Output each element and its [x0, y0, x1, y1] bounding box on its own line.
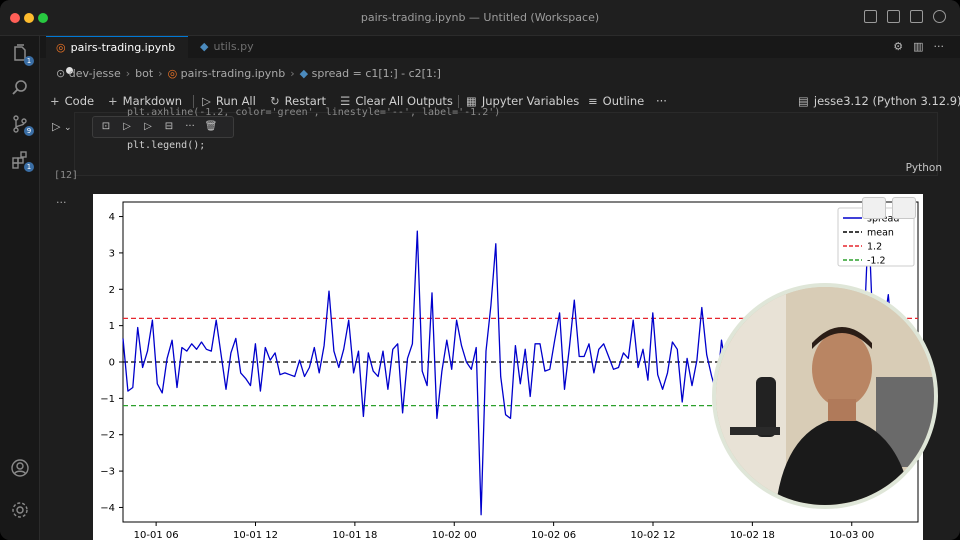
extensions-badge: 1	[24, 162, 34, 172]
split-editor-icon[interactable]: ▥	[913, 40, 923, 53]
outline-button[interactable]: ≡ Outline	[588, 90, 644, 112]
split-cell-icon[interactable]: ⊟	[162, 121, 176, 133]
code-line[interactable]: plt.legend();	[127, 140, 205, 151]
chevron-right-icon: ›	[158, 67, 163, 80]
x-tick-label: 10-01 18	[332, 530, 377, 540]
toolbar-more-button[interactable]: ···	[656, 90, 667, 112]
x-tick-label: 10-01 12	[233, 530, 278, 540]
kernel-picker[interactable]: ▤ jesse3.12 (Python 3.12.9)	[798, 90, 960, 112]
vscode-window: pairs-trading.ipynb — Untitled (Workspac…	[0, 0, 960, 540]
execute-below-icon[interactable]: ▷	[141, 121, 155, 133]
run-by-line-icon[interactable]: ⊡	[99, 121, 113, 133]
toggle-sidebar-icon[interactable]	[864, 10, 877, 23]
y-tick-label: 3	[109, 248, 115, 259]
editor-actions: ⚙ ▥ ···	[893, 40, 944, 53]
x-tick-label: 10-01 06	[134, 530, 179, 540]
legend-label: -1.2	[867, 256, 886, 267]
account-icon[interactable]	[10, 458, 30, 478]
execution-count: [12]	[54, 170, 79, 181]
plus-icon: +	[50, 94, 60, 108]
window-title: pairs-trading.ipynb — Untitled (Workspac…	[360, 11, 600, 24]
cell-more-icon[interactable]: ···	[183, 121, 197, 133]
delete-cell-icon[interactable]: 🗑	[204, 121, 218, 133]
tab-utils[interactable]: ◆ utils.py	[190, 36, 290, 58]
kernel-icon: ▤	[798, 94, 809, 108]
legend-label: mean	[867, 228, 894, 239]
folder-icon: ⊙	[56, 67, 69, 80]
breadcrumb: ⊙ dev-jesse › bot › ◎ pairs-trading.ipynb › ◆ …	[40, 64, 960, 84]
run-cell-button[interactable]: ▷ ⌄	[52, 120, 72, 133]
outline-icon: ≡	[588, 94, 598, 108]
activity-bar: 1 9 1	[0, 36, 40, 540]
toggle-panel-icon[interactable]	[887, 10, 900, 23]
python-file-icon: ◆	[200, 40, 209, 53]
chevron-right-icon: ›	[125, 67, 131, 80]
settings-icon[interactable]: ⚙	[893, 40, 903, 53]
cell-toolbar: ⊡ ▷ ▷ ⊟ ··· 🗑	[92, 116, 234, 138]
output-actions-button[interactable]: ···	[56, 196, 67, 209]
y-tick-label: 2	[109, 285, 115, 296]
copy-output-icon[interactable]	[862, 197, 886, 219]
chevron-down-icon[interactable]: ⌄	[64, 123, 72, 133]
y-tick-label: 4	[109, 212, 115, 223]
y-tick-label: −1	[100, 394, 115, 405]
toggle-secondary-sidebar-icon[interactable]	[910, 10, 923, 23]
editor-tab-bar: ◎ pairs-trading.ipynb ◆ utils.py ⚙ ▥ ···	[40, 36, 960, 74]
tab-label: pairs-trading.ipynb	[70, 41, 176, 54]
scm-badge: 9	[24, 126, 34, 136]
breadcrumb-item[interactable]: pairs-trading.ipynb	[181, 67, 286, 80]
webcam-overlay	[712, 283, 938, 509]
title-bar: pairs-trading.ipynb — Untitled (Workspac…	[0, 0, 960, 36]
presenter-video	[716, 287, 934, 505]
breadcrumb-item[interactable]: bot	[135, 67, 153, 80]
execute-above-icon[interactable]: ▷	[120, 121, 134, 133]
gear-icon[interactable]	[933, 10, 946, 23]
cell-language[interactable]: Python	[906, 162, 942, 174]
x-tick-label: 10-03 00	[829, 530, 874, 540]
jupyter-file-icon: ◎	[56, 41, 66, 54]
y-tick-label: 0	[109, 358, 115, 369]
x-tick-label: 10-02 00	[432, 530, 477, 540]
legend-label: 1.2	[867, 242, 882, 253]
x-tick-label: 10-02 06	[531, 530, 576, 540]
search-icon[interactable]	[10, 78, 30, 98]
python-file-icon: ◆	[299, 67, 312, 80]
y-tick-label: 1	[109, 321, 115, 332]
x-tick-label: 10-02 12	[631, 530, 676, 540]
more-actions-icon[interactable]: ···	[934, 40, 945, 53]
y-tick-label: −3	[100, 467, 115, 478]
breadcrumb-item[interactable]: dev-jesse	[69, 67, 121, 80]
chevron-right-icon: ›	[290, 67, 295, 80]
x-tick-label: 10-02 18	[730, 530, 775, 540]
jupyter-file-icon: ◎	[167, 67, 181, 80]
y-tick-label: −2	[100, 430, 115, 441]
save-output-icon[interactable]	[892, 197, 916, 219]
manage-gear-icon[interactable]	[10, 500, 30, 520]
layout-controls	[864, 10, 946, 23]
explorer-badge: 1	[24, 56, 34, 66]
tab-label: utils.py	[213, 40, 254, 53]
tab-pairs-trading[interactable]: ◎ pairs-trading.ipynb	[46, 36, 188, 74]
add-code-cell-button[interactable]: + Code	[50, 90, 94, 112]
y-tick-label: −4	[100, 503, 115, 514]
breadcrumb-item[interactable]: spread = c1[1:] - c2[1:]	[312, 67, 441, 80]
output-buttons	[862, 197, 916, 219]
plus-icon: +	[108, 94, 118, 108]
